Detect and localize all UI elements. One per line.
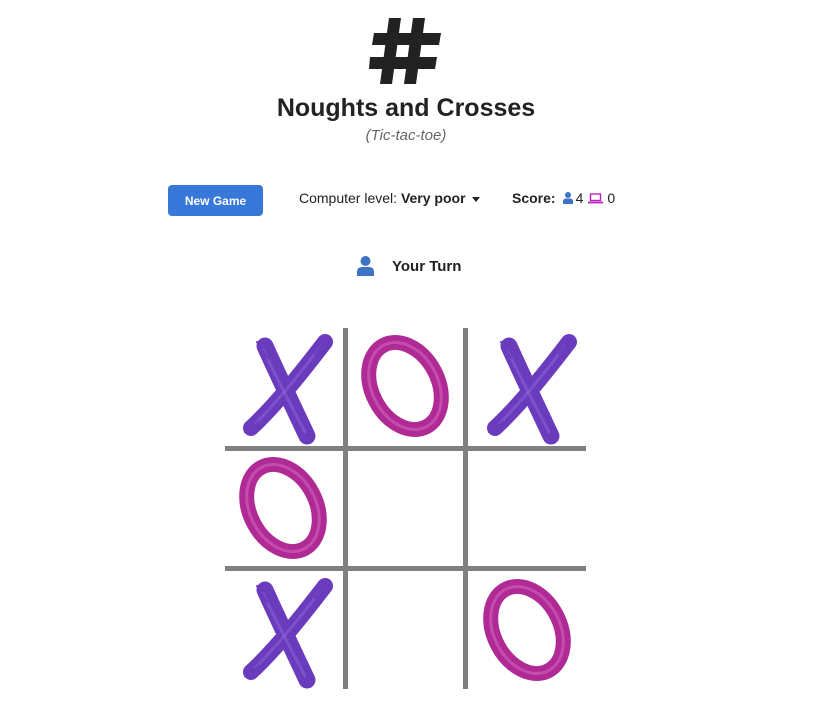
turn-text: Your Turn — [392, 257, 462, 275]
board-cell[interactable] — [469, 328, 586, 445]
computer-level-dropdown[interactable]: Computer level: Very poor — [299, 190, 480, 206]
hash-logo-icon — [369, 18, 441, 84]
laptop-icon — [588, 192, 604, 203]
user-icon — [357, 256, 374, 276]
nought-mark — [361, 335, 449, 437]
caret-down-icon — [471, 196, 480, 202]
turn-indicator: Your Turn — [357, 256, 461, 276]
player-score: 4 — [575, 190, 584, 206]
board-cell[interactable] — [469, 572, 586, 689]
computer-score: 0 — [607, 190, 616, 206]
board-cell[interactable] — [225, 328, 342, 445]
game-board — [225, 328, 586, 689]
board-cell[interactable] — [347, 328, 464, 445]
score-display: Score: 4 0 — [512, 190, 615, 206]
board-cell[interactable] — [469, 450, 586, 567]
nought-mark — [239, 457, 327, 559]
new-game-button[interactable]: New Game — [168, 185, 263, 216]
board-cell[interactable] — [347, 572, 464, 689]
board-cell[interactable] — [347, 450, 464, 567]
cross-mark — [487, 334, 577, 445]
user-icon — [562, 192, 573, 204]
cross-mark — [243, 578, 333, 689]
computer-level-value: Very poor — [400, 190, 466, 206]
page-title: Noughts and Crosses — [276, 94, 536, 122]
page-subtitle: (Tic-tac-toe) — [365, 127, 447, 144]
score-label: Score: — [512, 190, 556, 206]
computer-level-label: Computer level: — [299, 190, 398, 206]
nought-mark — [483, 579, 571, 681]
cross-mark — [243, 334, 333, 445]
board-cell[interactable] — [225, 450, 342, 567]
board-cell[interactable] — [225, 572, 342, 689]
